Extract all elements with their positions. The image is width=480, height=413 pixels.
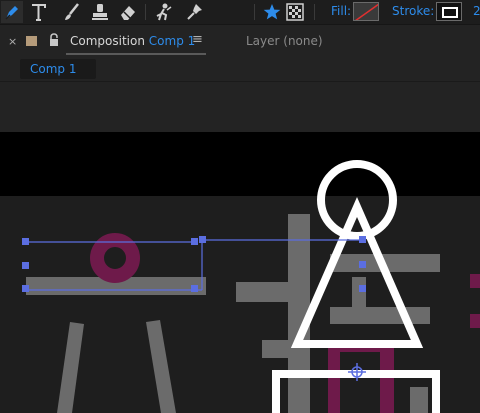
- crossbar-left-shape[interactable]: [236, 282, 306, 302]
- magenta-edge-mark-2[interactable]: [470, 314, 480, 328]
- composition-navigator: Comp 1: [0, 57, 480, 82]
- brush-icon: [65, 3, 79, 20]
- magenta-block-cutout: [340, 352, 380, 413]
- path-vertex-4[interactable]: [359, 285, 366, 292]
- pen-tool-button[interactable]: [1, 1, 23, 23]
- composition-panel-header: × Composition Comp 1 ≡ Layer (none): [0, 25, 480, 57]
- comp-color-swatch[interactable]: [26, 36, 37, 46]
- stroke-swatch[interactable]: [436, 2, 462, 21]
- stroke-width-value[interactable]: 2: [473, 4, 480, 18]
- star-icon: [263, 4, 281, 20]
- path-vertex-1[interactable]: [199, 236, 206, 243]
- transparency-grid-icon: [286, 3, 304, 21]
- panel-menu-icon[interactable]: ≡: [192, 32, 203, 47]
- comp-navigator-chip[interactable]: Comp 1: [20, 59, 96, 79]
- transparency-grid-toggle[interactable]: [284, 1, 306, 23]
- star-shape-tool-button[interactable]: [261, 1, 283, 23]
- eraser-icon: [121, 6, 135, 20]
- tab-composition[interactable]: Composition Comp 1: [70, 34, 195, 48]
- puppet-pin-tool-button[interactable]: [184, 1, 206, 23]
- roto-brush-icon: [156, 3, 172, 21]
- letterbox-band: [0, 132, 480, 196]
- magenta-edge-mark-1[interactable]: [470, 274, 480, 288]
- tab-layer[interactable]: Layer (none): [246, 34, 323, 48]
- toolbar-divider: [314, 4, 315, 20]
- brush-tool-button[interactable]: [61, 1, 83, 23]
- stroke-label[interactable]: Stroke:: [392, 4, 434, 18]
- type-tool-button[interactable]: [28, 1, 50, 23]
- handle-bottom-right[interactable]: [191, 285, 198, 292]
- path-vertex-3[interactable]: [359, 261, 366, 268]
- eraser-tool-button[interactable]: [117, 1, 139, 23]
- composition-label: Composition: [70, 34, 145, 48]
- handle-mid-left[interactable]: [22, 262, 29, 269]
- handle-bottom-left[interactable]: [22, 285, 29, 292]
- stroke-swatch-inner: [442, 7, 458, 18]
- roto-brush-tool-button[interactable]: [152, 1, 174, 23]
- type-icon: [32, 4, 46, 21]
- toolbar-divider: [145, 4, 146, 20]
- handle-top-left[interactable]: [22, 238, 29, 245]
- lower-bar-shape[interactable]: [330, 307, 430, 324]
- composition-name: Comp 1: [148, 34, 196, 48]
- fill-swatch[interactable]: [353, 2, 379, 21]
- active-tab-indicator: [66, 53, 206, 55]
- pen-icon: [1, 1, 23, 23]
- after-effects-window: Fill: Stroke: 2 × Composition Comp 1 ≡ L…: [0, 0, 480, 413]
- composition-canvas[interactable]: [0, 82, 480, 413]
- tools-toolbar: Fill: Stroke: 2: [0, 0, 480, 25]
- puppet-pin-icon: [187, 4, 202, 20]
- bottom-right-block-shape[interactable]: [410, 387, 428, 413]
- toolbar-divider: [254, 4, 255, 20]
- clone-stamp-icon: [92, 4, 108, 20]
- close-icon[interactable]: ×: [8, 35, 17, 48]
- handle-top-right[interactable]: [191, 238, 198, 245]
- fill-label[interactable]: Fill:: [331, 4, 351, 18]
- lock-icon[interactable]: [48, 33, 60, 47]
- path-vertex-2[interactable]: [359, 236, 366, 243]
- comp-chip-label: Comp 1: [30, 62, 77, 76]
- no-fill-icon: [355, 3, 378, 20]
- clone-stamp-tool-button[interactable]: [89, 1, 111, 23]
- composition-viewer[interactable]: [0, 82, 480, 413]
